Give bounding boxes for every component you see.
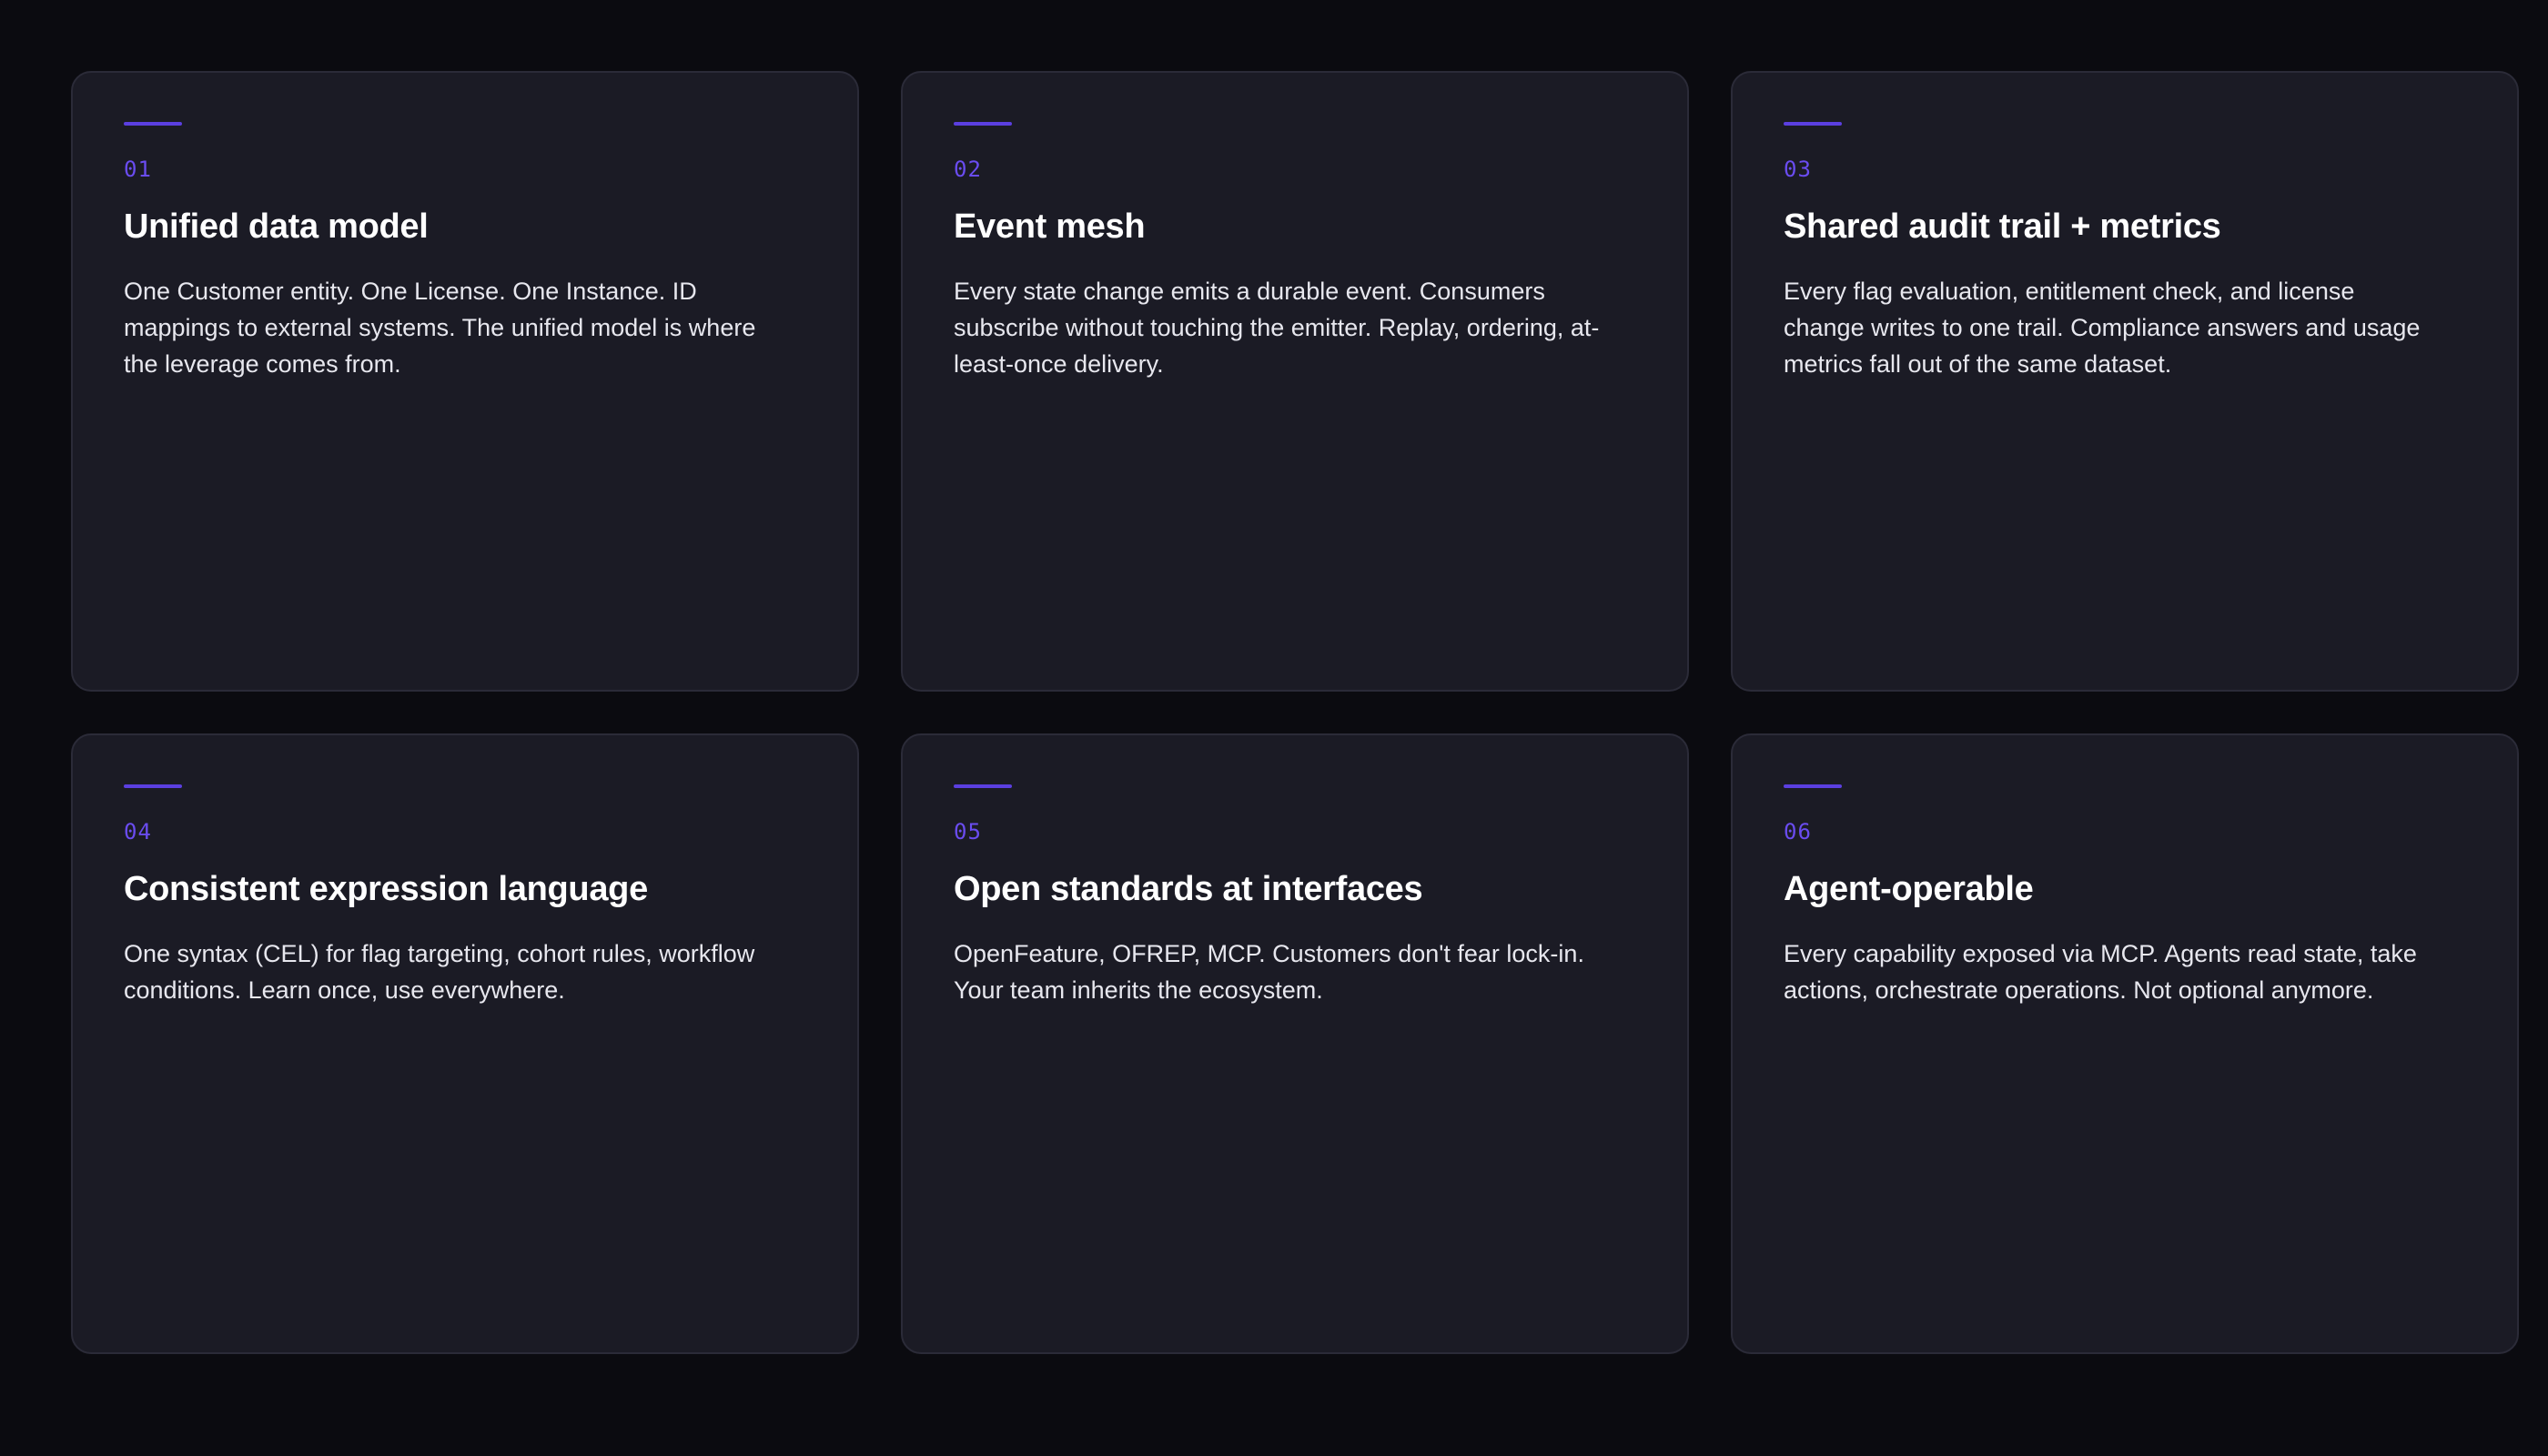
card-title: Unified data model (124, 207, 429, 246)
card-number: 05 (954, 819, 982, 844)
card-description: One syntax (CEL) for flag targeting, coh… (124, 940, 755, 1004)
principle-card-event-mesh: 02 Event mesh Every state change emits a… (901, 71, 1689, 692)
card-title: Consistent expression language (124, 870, 648, 908)
card-description: One Customer entity. One License. One In… (124, 278, 756, 378)
card-number: 04 (124, 819, 152, 844)
card-number: 06 (1784, 819, 1812, 844)
card-description: Every state change emits a durable event… (954, 278, 1600, 378)
card-title: Shared audit trail + metrics (1784, 207, 2221, 246)
principle-card-expression-language: 04 Consistent expression language One sy… (71, 733, 859, 1354)
accent-divider (1784, 784, 1842, 788)
accent-divider (1784, 122, 1842, 126)
principle-card-open-standards: 05 Open standards at interfaces OpenFeat… (901, 733, 1689, 1354)
card-title: Event mesh (954, 207, 1146, 246)
card-number: 02 (954, 157, 982, 182)
card-title: Agent-operable (1784, 870, 2034, 908)
accent-divider (124, 784, 182, 788)
principle-card-shared-audit-trail: 03 Shared audit trail + metrics Every fl… (1731, 71, 2519, 692)
card-description: Every flag evaluation, entitlement check… (1784, 278, 2421, 378)
principles-grid: 01 Unified data model One Customer entit… (71, 71, 2519, 1354)
card-description: Every capability exposed via MCP. Agents… (1784, 940, 2417, 1004)
card-number: 03 (1784, 157, 1812, 182)
card-title: Open standards at interfaces (954, 870, 1423, 908)
card-number: 01 (124, 157, 152, 182)
principle-card-agent-operable: 06 Agent-operable Every capability expos… (1731, 733, 2519, 1354)
principle-card-unified-data-model: 01 Unified data model One Customer entit… (71, 71, 859, 692)
accent-divider (954, 122, 1012, 126)
accent-divider (124, 122, 182, 126)
accent-divider (954, 784, 1012, 788)
card-description: OpenFeature, OFREP, MCP. Customers don't… (954, 940, 1584, 1004)
